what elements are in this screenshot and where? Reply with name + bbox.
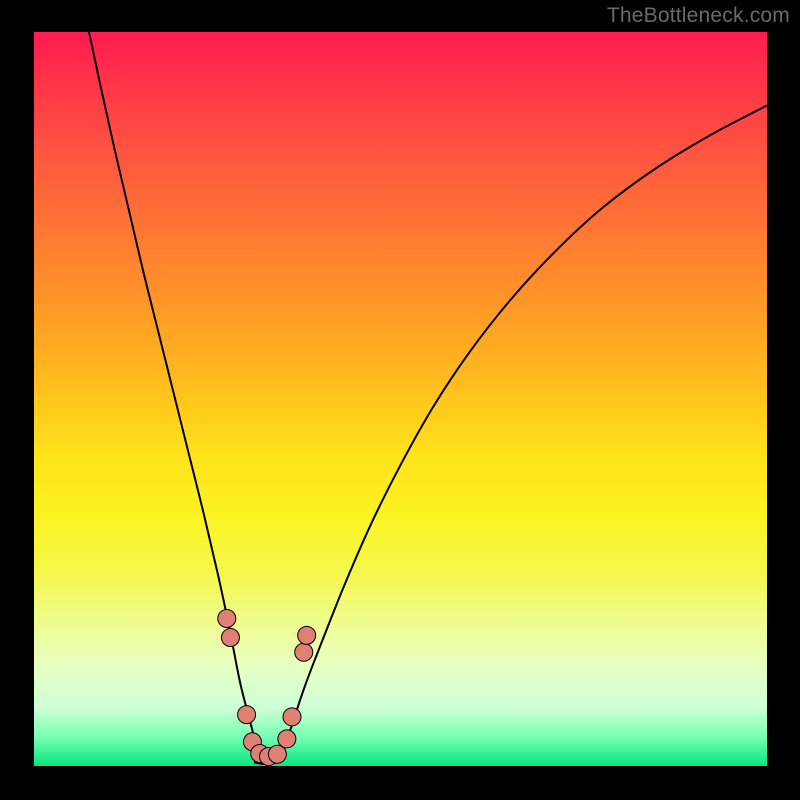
- chart-markers: [34, 32, 767, 766]
- data-marker: [218, 609, 236, 627]
- data-marker: [298, 626, 316, 644]
- data-marker: [238, 706, 256, 724]
- data-marker: [295, 643, 313, 661]
- plot-area: [34, 32, 767, 766]
- data-marker: [278, 730, 296, 748]
- data-marker: [283, 708, 301, 726]
- chart-frame: TheBottleneck.com: [0, 0, 800, 800]
- data-marker: [268, 745, 286, 763]
- watermark-text: TheBottleneck.com: [607, 4, 790, 28]
- data-marker: [221, 629, 239, 647]
